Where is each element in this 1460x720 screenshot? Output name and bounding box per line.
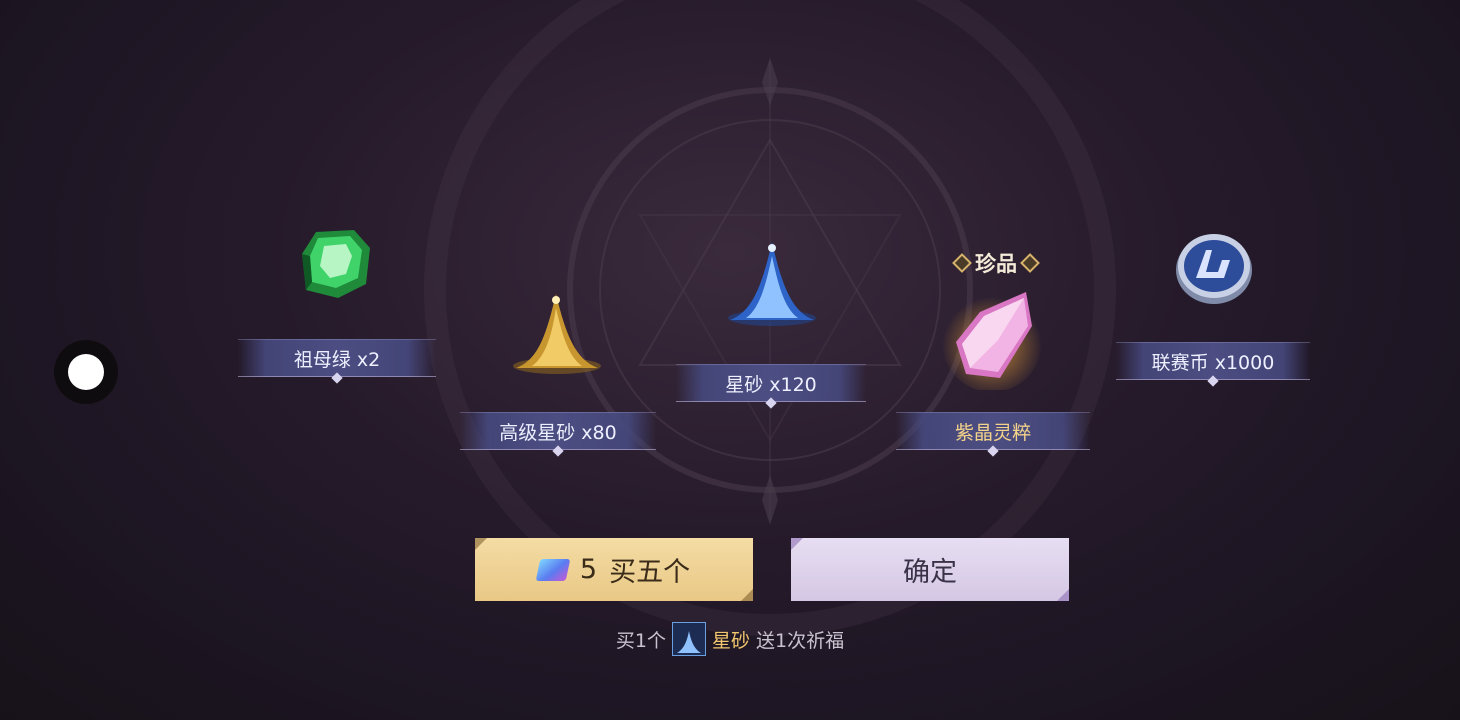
blue-stardust-icon xyxy=(726,236,818,334)
emerald-icon xyxy=(298,226,374,306)
diamond-ornament-icon xyxy=(1020,253,1040,273)
purple-crystal-icon xyxy=(940,286,1044,394)
prayer-ticket-icon xyxy=(535,558,571,581)
reward-label: 祖母绿 x2 xyxy=(238,339,436,384)
reward-label: 紫晶灵粹 xyxy=(896,412,1090,457)
confirm-button[interactable]: 确定 xyxy=(791,538,1069,601)
stardust-mini-icon xyxy=(671,622,706,656)
diamond-ornament-icon xyxy=(952,253,972,273)
reward-label: 星砂 x120 xyxy=(676,364,866,409)
league-coin-icon xyxy=(1172,228,1256,312)
reward-label: 联赛币 x1000 xyxy=(1116,342,1310,387)
purchase-bonus-note: 买1个 星砂 送1次祈福 xyxy=(0,622,1460,656)
buy-label: 买五个 xyxy=(609,557,691,588)
premium-tag: 珍品 xyxy=(944,248,1048,278)
assist-dot-icon xyxy=(68,354,104,390)
floating-assist-button[interactable] xyxy=(54,340,118,404)
buy-five-button[interactable]: 5 买五个 xyxy=(475,538,753,601)
gold-stardust-icon xyxy=(510,286,604,382)
buy-count: 5 xyxy=(579,554,598,585)
reward-label: 高级星砂 x80 xyxy=(460,412,656,457)
confirm-label: 确定 xyxy=(903,557,957,588)
